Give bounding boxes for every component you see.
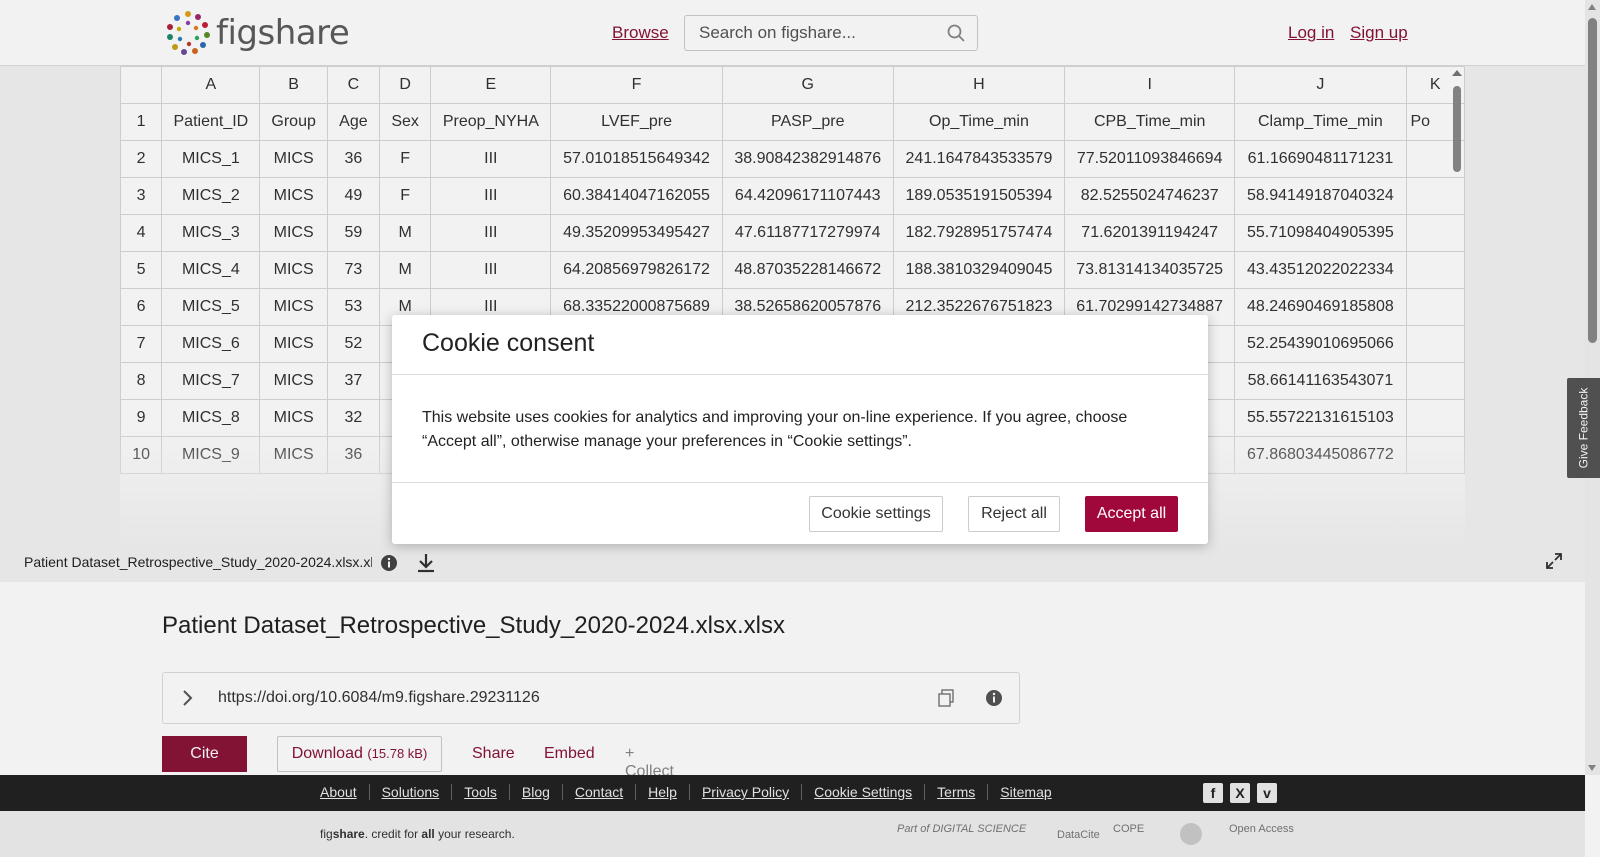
cookie-dialog-footer: Cookie settings Reject all Accept all xyxy=(392,483,1208,543)
accept-all-button[interactable]: Accept all xyxy=(1085,496,1178,532)
cookie-dialog-body: This website uses cookies for analytics … xyxy=(392,375,1208,483)
cookie-consent-dialog: Cookie consent This website uses cookies… xyxy=(392,315,1208,544)
cookie-settings-button[interactable]: Cookie settings xyxy=(809,496,943,532)
cookie-dialog-header: Cookie consent xyxy=(392,315,1208,375)
reject-all-button[interactable]: Reject all xyxy=(968,496,1060,532)
cookie-dialog-title: Cookie consent xyxy=(422,329,595,357)
